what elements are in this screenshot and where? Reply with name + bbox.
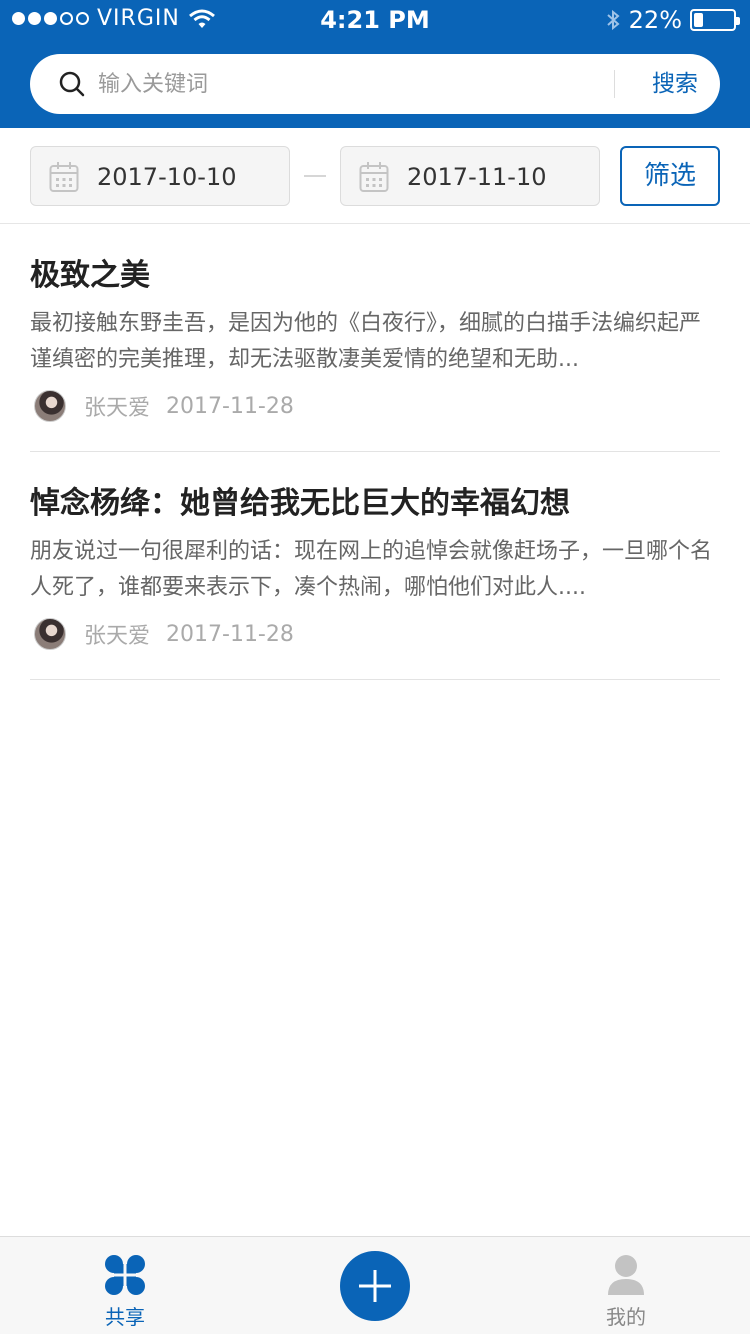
article-excerpt: 朋友说过一句很犀利的话：现在网上的追悼会就像赶场子，一旦哪个名人死了，谁都要来表…	[30, 539, 713, 600]
battery-percent: 22%	[628, 6, 682, 34]
date-range-separator	[304, 175, 326, 177]
search-bar: 搜索	[30, 54, 720, 114]
avatar	[34, 618, 66, 650]
battery-icon	[690, 9, 740, 31]
tab-share-label: 共享	[105, 1305, 145, 1329]
start-date-value: 2017-10-10	[97, 163, 237, 191]
status-right: 22%	[605, 6, 740, 34]
app-header: VIRGIN 4:21 PM 22% 搜索	[0, 0, 750, 128]
end-date-value: 2017-11-10	[407, 163, 547, 191]
tab-mine[interactable]: 我的	[551, 1237, 701, 1334]
article-title: 悼念杨绛：她曾给我无比巨大的幸福幻想	[30, 486, 570, 521]
search-icon	[59, 71, 85, 97]
add-button[interactable]	[340, 1251, 410, 1321]
date-filter-bar: 2017-10-10 2017-11-10 筛选	[0, 128, 750, 224]
article-meta: 张天爱 2017-11-28	[30, 390, 294, 422]
filter-button[interactable]: 筛选	[620, 146, 720, 206]
start-date-picker[interactable]: 2017-10-10	[30, 146, 290, 206]
bluetooth-icon	[606, 9, 620, 31]
article-meta: 张天爱 2017-11-28	[30, 618, 294, 650]
plus-icon	[359, 1270, 391, 1302]
article-title: 极致之美	[30, 258, 150, 293]
search-divider	[614, 70, 615, 98]
article-item[interactable]: 极致之美 最初接触东野圭吾，是因为他的《白夜行》，细腻的白描手法编织起严谨缜密的…	[30, 224, 720, 452]
article-author: 张天爱	[84, 396, 151, 421]
article-excerpt: 最初接触东野圭吾，是因为他的《白夜行》，细腻的白描手法编织起严谨缜密的完美推理，…	[30, 311, 702, 372]
user-icon	[608, 1255, 644, 1295]
status-bar: VIRGIN 4:21 PM 22%	[0, 0, 750, 40]
tab-mine-label: 我的	[606, 1305, 646, 1329]
clover-icon	[105, 1255, 145, 1295]
search-button[interactable]: 搜索	[630, 54, 720, 114]
calendar-icon	[49, 162, 79, 192]
calendar-icon	[359, 162, 389, 192]
avatar	[34, 390, 66, 422]
article-item[interactable]: 悼念杨绛：她曾给我无比巨大的幸福幻想 朋友说过一句很犀利的话：现在网上的追悼会就…	[30, 452, 720, 680]
tab-share[interactable]: 共享	[50, 1237, 200, 1334]
article-date: 2017-11-28	[166, 393, 294, 419]
search-input[interactable]	[98, 64, 618, 104]
article-author: 张天爱	[84, 624, 151, 649]
end-date-picker[interactable]: 2017-11-10	[340, 146, 600, 206]
bottom-tab-bar: 共享 我的	[0, 1236, 750, 1334]
article-date: 2017-11-28	[166, 621, 294, 647]
